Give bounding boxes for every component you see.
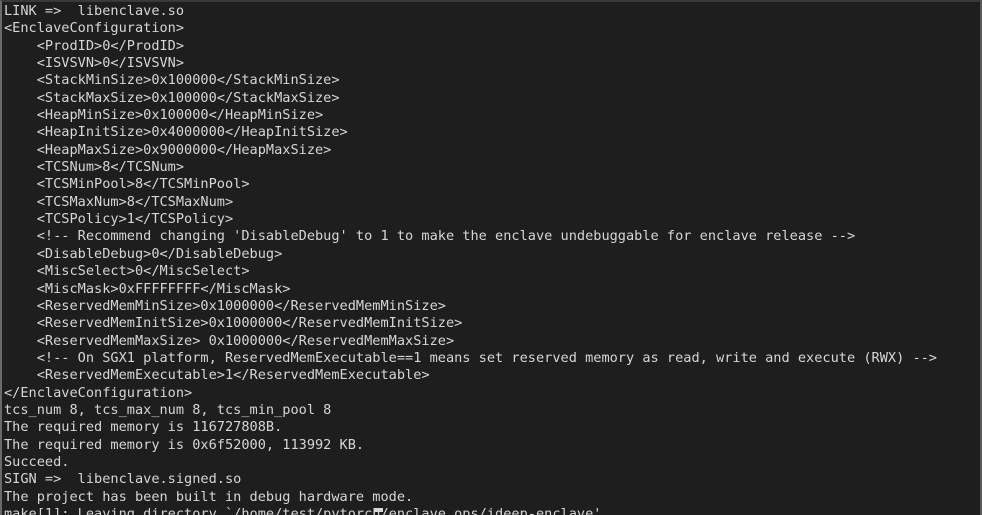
terminal-line: </EnclaveConfiguration> <box>4 384 193 401</box>
terminal-line: <ReservedMemExecutable>1</ReservedMemExe… <box>4 367 430 384</box>
terminal-line: <TCSPolicy>1</TCSPolicy> <box>4 211 234 228</box>
terminal-line: <TCSMaxNum>8</TCSMaxNum> <box>4 193 234 210</box>
terminal-line: <EnclaveConfiguration> <box>4 20 185 37</box>
window-top-edge <box>2 1 980 2</box>
terminal-line: <TCSNum>8</TCSNum> <box>4 159 185 176</box>
terminal-line: <HeapMinSize>0x100000</HeapMinSize> <box>4 107 324 124</box>
terminal-line: <StackMinSize>0x100000</StackMinSize> <box>4 72 340 89</box>
terminal-line: <TCSMinPool>8</TCSMinPool> <box>4 176 250 193</box>
terminal-line: <HeapMaxSize>0x9000000</HeapMaxSize> <box>4 141 332 158</box>
terminal-line: <HeapInitSize>0x4000000</HeapInitSize> <box>4 124 348 141</box>
terminal-line: The required memory is 116727808B. <box>4 419 283 436</box>
terminal-line: <DisableDebug>0</DisableDebug> <box>4 245 283 262</box>
terminal-cursor <box>374 508 383 512</box>
terminal-line: <!-- Recommend changing 'DisableDebug' t… <box>4 228 856 245</box>
terminal-line: make[1]: Leaving directory `/home/test/p… <box>4 505 602 515</box>
terminal-line: <ReservedMemMaxSize> 0x1000000</Reserved… <box>4 332 455 349</box>
terminal-line: The required memory is 0x6f52000, 113992… <box>4 436 365 453</box>
terminal-line: Succeed. <box>4 453 70 470</box>
terminal-window[interactable]: LINK => libenclave.so <EnclaveConfigurati… <box>0 0 982 515</box>
terminal-line: <ISVSVN>0</ISVSVN> <box>4 55 185 72</box>
terminal-line: SIGN => libenclave.signed.so <box>4 471 242 488</box>
terminal-line: <MiscMask>0xFFFFFFFF</MiscMask> <box>4 280 291 297</box>
terminal-line: <ReservedMemInitSize>0x1000000</Reserved… <box>4 315 463 332</box>
terminal-line: <!-- On SGX1 platform, ReservedMemExecut… <box>4 349 937 366</box>
terminal-line: LINK => libenclave.so <box>4 3 185 19</box>
terminal-line: <MiscSelect>0</MiscSelect> <box>4 263 250 280</box>
terminal-line: <ReservedMemMinSize>0x1000000</ReservedM… <box>4 297 446 314</box>
terminal-output: LINK => libenclave.so <EnclaveConfigurati… <box>4 3 978 515</box>
terminal-line: tcs_num 8, tcs_max_num 8, tcs_min_pool 8 <box>4 401 332 418</box>
terminal-line: The project has been built in debug hard… <box>4 488 414 505</box>
terminal-line: <StackMaxSize>0x100000</StackMaxSize> <box>4 89 340 106</box>
terminal-line: <ProdID>0</ProdID> <box>4 37 185 54</box>
